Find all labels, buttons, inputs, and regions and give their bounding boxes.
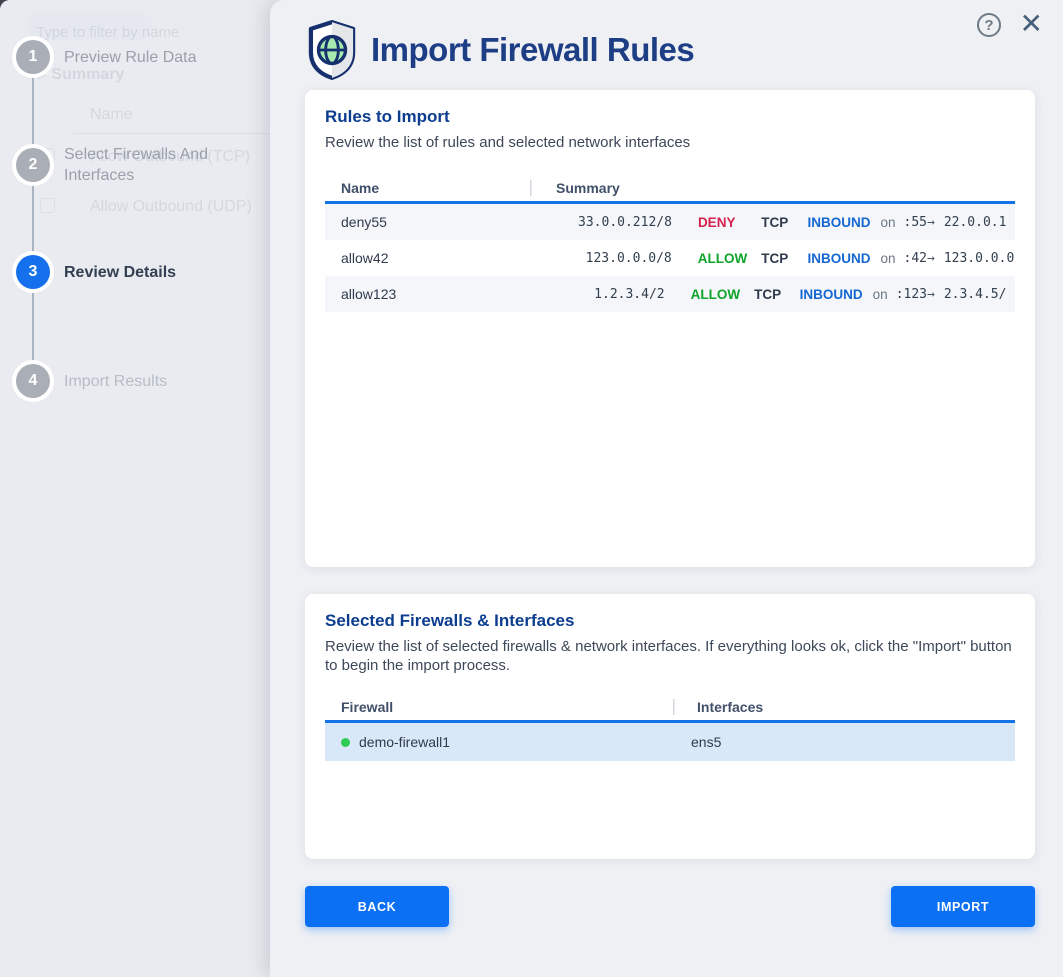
online-status-icon — [341, 738, 350, 747]
dialog-header: Import Firewall Rules — [305, 0, 1035, 78]
import-dialog-panel: ? ✕ Import Firewall Rules Rules to Impor… — [270, 0, 1063, 977]
column-resize-handle[interactable] — [673, 699, 675, 715]
rule-port: :42 — [904, 251, 927, 266]
dialog-title: Import Firewall Rules — [371, 31, 694, 69]
step-connector-line — [32, 57, 34, 383]
rule-direction: INBOUND — [807, 251, 870, 266]
rule-row-allow123: allow123 1.2.3.4/2 ALLOW TCP INBOUND on … — [325, 276, 1015, 312]
shield-globe-icon — [305, 17, 359, 83]
rules-card-subtitle: Review the list of rules and selected ne… — [325, 133, 1015, 152]
dialog-footer: BACK IMPORT — [305, 886, 1035, 927]
firewall-row-demo-firewall1: demo-firewall1 ens5 — [325, 723, 1015, 761]
help-icon[interactable]: ? — [977, 13, 1001, 37]
step-4-number: 4 — [16, 364, 50, 398]
rule-destination: 22.0.0.1 — [944, 215, 1007, 230]
rule-action-badge: ALLOW — [698, 251, 748, 266]
rule-source: 123.0.0.0/8 — [530, 251, 672, 266]
rules-card-title: Rules to Import — [325, 107, 1015, 127]
rule-protocol: TCP — [761, 251, 793, 266]
step-3-review-details[interactable]: 3 Review Details — [0, 255, 244, 289]
firewalls-card-subtitle: Review the list of selected firewalls & … — [325, 637, 1015, 675]
import-button[interactable]: IMPORT — [891, 886, 1035, 927]
rule-protocol: TCP — [754, 287, 786, 302]
wizard-step-rail: Type to filter by name ⌕ Summary Name Al… — [0, 0, 270, 977]
rule-destination-wrap: → 22.0.0.1 — [927, 215, 1015, 230]
firewalls-card-title: Selected Firewalls & Interfaces — [325, 611, 1015, 631]
rule-port: :123 — [896, 287, 927, 302]
rule-name: deny55 — [325, 214, 530, 230]
ghost-udp-label: Allow Outbound (UDP) — [90, 198, 252, 216]
arrow-right-icon: → — [927, 251, 935, 266]
step-1-number: 1 — [16, 40, 50, 74]
step-1-label: Preview Rule Data — [64, 47, 234, 68]
rule-row-allow42: allow42 123.0.0.0/8 ALLOW TCP INBOUND on… — [325, 240, 1015, 276]
column-resize-handle[interactable] — [530, 180, 532, 196]
arrow-right-icon: → — [927, 215, 935, 230]
firewall-name: demo-firewall1 — [359, 734, 450, 750]
rule-on-label: on — [880, 251, 895, 266]
rule-destination-wrap: → 123.0.0.0 — [927, 251, 1015, 266]
rule-destination: 2.3.4.5/ — [944, 287, 1007, 302]
rule-protocol: TCP — [761, 215, 793, 230]
rule-on-label: on — [880, 215, 895, 230]
rule-direction: INBOUND — [807, 215, 870, 230]
ghost-divider — [73, 133, 270, 134]
ghost-name-header: Name — [90, 106, 133, 124]
column-header-interfaces[interactable]: Interfaces — [677, 699, 763, 715]
step-1-preview-rule-data[interactable]: 1 Preview Rule Data — [0, 40, 234, 74]
rule-name: allow123 — [325, 286, 526, 302]
step-4-import-results[interactable]: 4 Import Results — [0, 364, 244, 398]
arrow-right-icon: → — [927, 287, 935, 302]
rules-table-header: Name Summary — [325, 174, 1015, 204]
rule-direction: INBOUND — [800, 287, 863, 302]
column-header-name[interactable]: Name — [325, 180, 528, 196]
rules-to-import-card: Rules to Import Review the list of rules… — [305, 90, 1035, 567]
step-2-number: 2 — [16, 148, 50, 182]
rule-destination: 123.0.0.0 — [944, 251, 1014, 266]
step-2-label: Select Firewalls And Interfaces — [64, 144, 249, 186]
selected-firewalls-card: Selected Firewalls & Interfaces Review t… — [305, 594, 1035, 859]
firewalls-table: Firewall Interfaces demo-firewall1 ens5 — [325, 693, 1015, 761]
rule-action-badge: DENY — [698, 215, 747, 230]
back-button[interactable]: BACK — [305, 886, 449, 927]
rule-destination-wrap: → 2.3.4.5/ — [927, 287, 1015, 302]
rule-port: :55 — [904, 215, 927, 230]
ghost-checkbox-udp — [40, 198, 55, 213]
rule-source: 33.0.0.212/8 — [530, 215, 672, 230]
column-header-firewall[interactable]: Firewall — [325, 699, 671, 715]
firewall-cell: demo-firewall1 — [325, 734, 671, 750]
rule-row-deny55: deny55 33.0.0.212/8 DENY TCP INBOUND on … — [325, 204, 1015, 240]
column-header-summary[interactable]: Summary — [534, 180, 620, 196]
rule-on-label: on — [873, 287, 888, 302]
step-3-number: 3 — [16, 255, 50, 289]
rules-table: Name Summary deny55 33.0.0.212/8 DENY TC… — [325, 174, 1015, 312]
step-2-select-firewalls[interactable]: 2 Select Firewalls And Interfaces — [0, 144, 249, 186]
rule-action-badge: ALLOW — [691, 287, 741, 302]
rule-source: 1.2.3.4/2 — [526, 287, 665, 302]
rule-name: allow42 — [325, 250, 530, 266]
interfaces-cell: ens5 — [671, 734, 721, 750]
ghost-filter-input — [27, 11, 152, 41]
close-icon[interactable]: ✕ — [1020, 9, 1043, 39]
import-wizard-overlay: Type to filter by name ⌕ Summary Name Al… — [0, 0, 1063, 977]
firewalls-table-header: Firewall Interfaces — [325, 693, 1015, 723]
step-3-label: Review Details — [64, 262, 244, 283]
step-4-label: Import Results — [64, 371, 244, 392]
